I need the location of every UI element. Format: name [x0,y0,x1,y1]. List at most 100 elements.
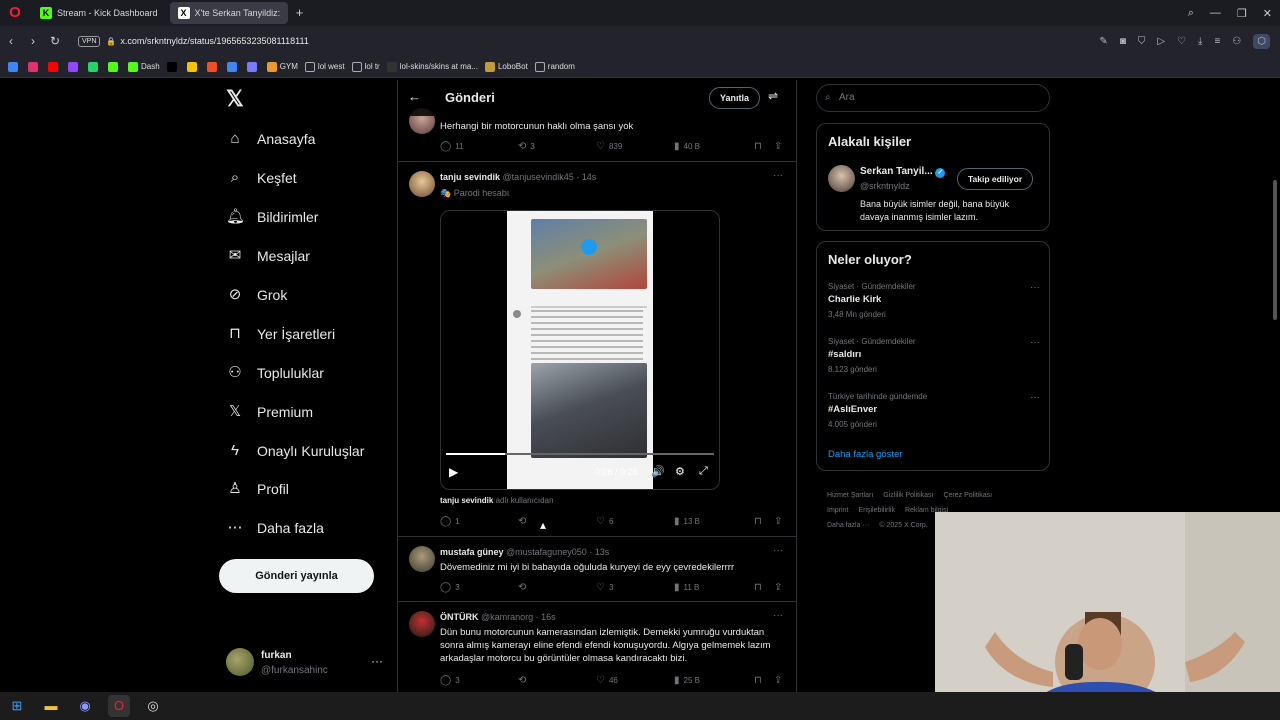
video-player[interactable]: ▶ 0:06 / 0:28 🔊 ⚙ ⤢ [440,210,720,490]
back-arrow-icon[interactable]: ← [408,89,421,104]
tweet-author[interactable]: ÖNTÜRK @kamranorg · 16s [440,612,556,622]
bookmark-item[interactable]: lol west [304,61,345,72]
download-icon[interactable]: ⤓ [1198,36,1202,47]
back-icon[interactable]: ‹ [0,34,22,48]
fullscreen-icon[interactable]: ⤢ [699,465,708,478]
bookmark-item[interactable]: Dash [128,61,160,72]
bookmark-item[interactable]: lol tr [351,61,380,72]
volume-icon[interactable]: 🔊 [651,465,665,478]
retweet-action[interactable]: ⟲ [518,675,530,686]
more-icon[interactable]: ··· [371,654,383,668]
share-action[interactable]: ⇪ [774,582,782,593]
more-icon[interactable]: ··· [773,170,783,181]
bookmark-item[interactable] [8,61,21,72]
reply-action[interactable]: ◯ 3 [440,675,460,686]
opera-icon[interactable]: O [108,695,130,717]
more-icon[interactable]: ··· [1030,282,1040,293]
new-tab-button[interactable]: + [292,5,308,21]
related-name[interactable]: Serkan Tanyil... ✓ [860,166,946,178]
tab-x-post[interactable]: X X'te Serkan Tanyildiz: [169,2,288,24]
more-icon[interactable]: ··· [773,545,783,556]
bookmark-item[interactable] [206,61,220,72]
camera-icon[interactable]: ◙ [1120,36,1126,47]
footer-link[interactable]: Daha fazla ··· [827,522,869,529]
retweet-action[interactable]: ⟲ 3 [518,141,535,152]
x-logo-icon[interactable]: 𝕏 [226,86,244,112]
footer-link[interactable]: Erişilebilirlik [858,507,895,514]
nav-item-person[interactable]: ♙ Profil [226,480,289,498]
footer-link[interactable]: Imprint [827,507,848,514]
play-icon[interactable]: ▷ [1157,36,1165,47]
like-action[interactable]: ♡ 46 [596,675,618,686]
views-action[interactable]: ▮ 40 B [674,141,700,152]
retweet-action[interactable]: ⟲ [518,516,530,527]
footer-link[interactable]: © 2025 X Corp. [879,522,927,529]
maximize-button[interactable]: ❐ [1237,7,1247,20]
video-source[interactable]: tanju sevindik adlı kullanıcıdan [440,496,553,505]
nav-item-grok[interactable]: ⊘ Grok [226,286,288,304]
avatar[interactable] [409,546,435,572]
url-field[interactable]: x.com/srkntnyldz/status/1965653235081118… [120,36,308,46]
tweet[interactable]: mustafa güney @mustafaguney050 · 13s ···… [398,537,796,602]
tab-kick-dashboard[interactable]: K Stream - Kick Dashboard [32,2,166,24]
bookmark-item[interactable] [108,61,121,72]
bookmark-action[interactable]: ⊓ [754,582,762,593]
shield-icon[interactable]: ⛉ [1138,36,1146,47]
views-action[interactable]: ▮ 11 B [674,582,699,593]
forward-icon[interactable]: › [22,34,44,48]
retweet-action[interactable]: ⟲ [518,582,530,593]
search-tabs-icon[interactable]: ⌕ [1188,7,1194,20]
bookmark-item[interactable] [166,61,180,72]
bookmark-item[interactable] [186,61,200,72]
tweet-author[interactable]: mustafa güney @mustafaguney050 · 13s [440,547,609,557]
edit-icon[interactable]: ✎ [1099,36,1107,47]
play-icon[interactable]: ▶ [449,465,458,479]
bookmark-item[interactable]: LoboBot [484,61,528,72]
scrollbar-thumb[interactable] [1273,180,1277,320]
nav-item-bell[interactable]: 🔔︎ Bildirimler [226,208,318,226]
footer-link[interactable]: Gizlilik Politikası [883,492,933,499]
views-action[interactable]: ▮ 25 B [674,675,700,686]
nav-item-x[interactable]: 𝕏 Premium [226,403,313,421]
file-explorer-icon[interactable]: ▬ [40,695,62,717]
bookmark-item[interactable] [48,61,61,72]
reload-icon[interactable]: ↻ [44,34,66,48]
bookmark-item[interactable] [28,61,41,72]
reply-action[interactable]: ◯ 3 [440,582,460,593]
trend-item[interactable]: Siyaset · Gündemdekiler #saldırı 8.123 gön… [828,337,1040,374]
trend-item[interactable]: Türkiye tarihinde gündemde #AslıEnver 4.00… [828,392,1040,429]
filter-icon[interactable]: ⇌ [768,89,778,103]
tweet[interactable]: ÖNTÜRK @kamranorg · 16s ··· Dün bunu mot… [398,602,796,692]
avatar[interactable] [409,611,435,637]
more-icon[interactable]: ··· [1030,392,1040,403]
bookmark-item[interactable] [226,61,240,72]
bookmark-action[interactable]: ⊓ [754,516,762,527]
nav-item-mail[interactable]: ✉ Mesajlar [226,247,310,265]
heart-icon[interactable]: ♡ [1177,36,1186,47]
search-input[interactable]: ⌕ Ara [816,84,1050,112]
nav-item-bookmark[interactable]: ⊓ Yer İşaretleri [226,325,335,343]
more-icon[interactable]: ··· [1030,337,1040,348]
menu-icon[interactable]: ≡ [1214,36,1220,47]
bookmark-item[interactable]: lol-skins/skins at ma... [386,61,478,72]
avatar[interactable] [828,165,855,192]
settings-icon[interactable]: ⚙ [675,465,685,478]
nav-item-search[interactable]: ⌕ Keşfet [226,169,297,187]
share-action[interactable]: ⇪ [774,516,782,527]
bookmark-item[interactable] [246,61,260,72]
discord-icon[interactable]: ◉ [74,695,96,717]
avatar[interactable] [409,171,435,197]
bookmark-item[interactable] [68,61,81,72]
show-more-link[interactable]: Daha fazla göster [828,449,902,460]
reply-button[interactable]: Yanıtla [709,87,761,109]
nav-item-more[interactable]: ⋯ Daha fazla [226,519,324,537]
trend-item[interactable]: Siyaset · Gündemdekiler Charlie Kirk 3,48 … [828,282,1040,319]
share-action[interactable]: ⇪ [774,141,782,152]
obs-icon[interactable]: ◎ [142,695,164,717]
tweet-author[interactable]: tanju sevindik @tanjusevindik45 · 14s [440,172,596,182]
reply-action[interactable]: ◯ 11 [440,141,464,152]
windows-start-icon[interactable]: ⊞ [6,695,28,717]
like-action[interactable]: ♡ 3 [596,582,613,593]
vpn-badge[interactable]: VPN [78,35,101,47]
extension-icon[interactable]: ⬡ [1253,33,1270,49]
